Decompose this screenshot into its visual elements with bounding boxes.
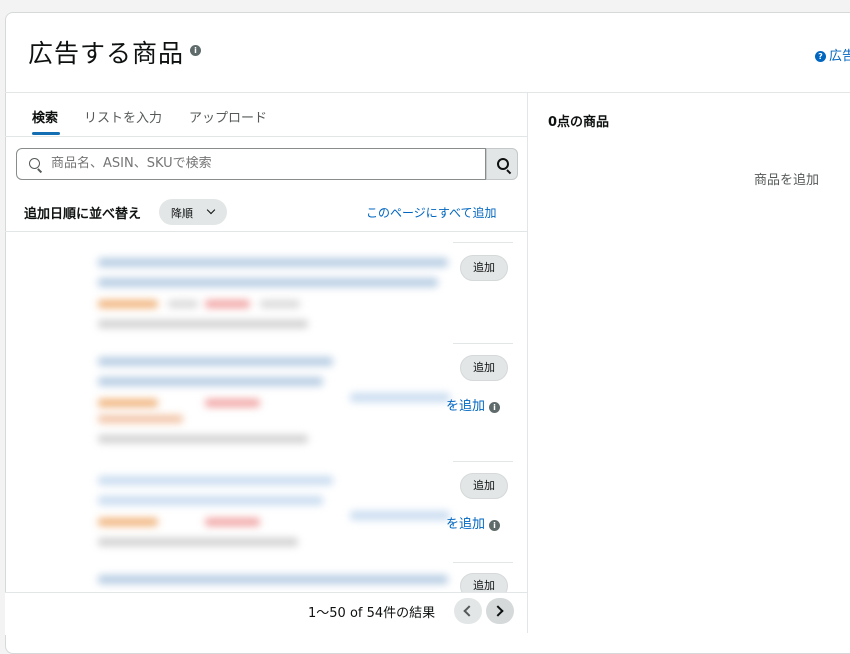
blurred-badge (98, 415, 183, 423)
add-variants-link[interactable]: を追加 i (446, 513, 501, 532)
blurred-asin (98, 538, 298, 546)
blurred-asin (98, 435, 308, 443)
blurred-price (205, 518, 260, 526)
blurred-product-title (98, 496, 323, 505)
blurred-text (260, 300, 300, 308)
sort-divider (5, 231, 527, 232)
search-icon (29, 158, 40, 169)
blurred-product-title (98, 258, 448, 267)
active-tab-indicator (32, 132, 60, 135)
add-product-button[interactable]: 追加 (460, 255, 508, 281)
search-field[interactable] (16, 148, 486, 180)
panel-divider (527, 93, 528, 633)
blurred-rating (98, 300, 158, 308)
search-icon (497, 158, 509, 170)
tab-enter-list[interactable]: リストを入力 (84, 107, 162, 126)
add-product-button[interactable]: 追加 (460, 355, 508, 381)
blurred-product-title (98, 278, 438, 287)
blurred-text (168, 300, 198, 308)
add-product-button[interactable]: 追加 (460, 473, 508, 499)
search-input[interactable] (51, 156, 471, 171)
add-variants-label: を追加 (446, 517, 486, 532)
blurred-rating (98, 518, 158, 526)
tabs-divider (5, 136, 527, 137)
item-divider (453, 461, 513, 462)
previous-page-button[interactable] (454, 598, 482, 624)
blurred-product-title (98, 377, 323, 386)
info-icon[interactable]: i (489, 520, 501, 531)
blurred-price (205, 300, 250, 308)
list-footer (5, 592, 527, 635)
page-title: 広告する商品 (28, 39, 185, 68)
blurred-variant-text (350, 393, 450, 402)
sort-label: 追加日順に並べ替え (24, 207, 142, 222)
chevron-down-icon (206, 205, 216, 215)
blurred-variant-text (350, 511, 450, 520)
tab-upload[interactable]: アップロード (189, 107, 267, 126)
item-divider (453, 242, 513, 243)
item-divider (453, 562, 513, 563)
add-variants-link[interactable]: を追加 i (446, 395, 501, 414)
info-icon[interactable]: i (489, 402, 501, 413)
help-icon: ? (815, 51, 826, 62)
chevron-right-icon (492, 605, 504, 617)
blurred-product-title (98, 575, 448, 584)
add-all-on-page-link[interactable]: このページにすべて追加 (366, 204, 497, 221)
sort-order-value: 降順 (171, 207, 193, 220)
item-divider (453, 343, 513, 344)
selected-products-count: 0点の商品 (548, 115, 610, 130)
sort-order-dropdown[interactable]: 降順 (159, 199, 227, 225)
help-link-label: 広告 (829, 49, 850, 64)
blurred-rating (98, 399, 158, 407)
blurred-product-title (98, 357, 333, 366)
blurred-price (205, 399, 260, 407)
search-button[interactable] (486, 148, 518, 180)
header-divider (5, 92, 850, 93)
empty-state-label: 商品を追加 (754, 173, 820, 188)
blurred-asin (98, 320, 308, 328)
blurred-product-title (98, 476, 333, 485)
next-page-button[interactable] (486, 598, 514, 624)
help-link[interactable]: ? 広告 (815, 45, 850, 64)
add-variants-label: を追加 (446, 399, 486, 414)
chevron-left-icon (463, 605, 475, 617)
results-count: 1〜50 of 54件の結果 (308, 606, 436, 621)
tab-search[interactable]: 検索 (32, 107, 58, 126)
info-icon[interactable]: i (190, 45, 201, 56)
